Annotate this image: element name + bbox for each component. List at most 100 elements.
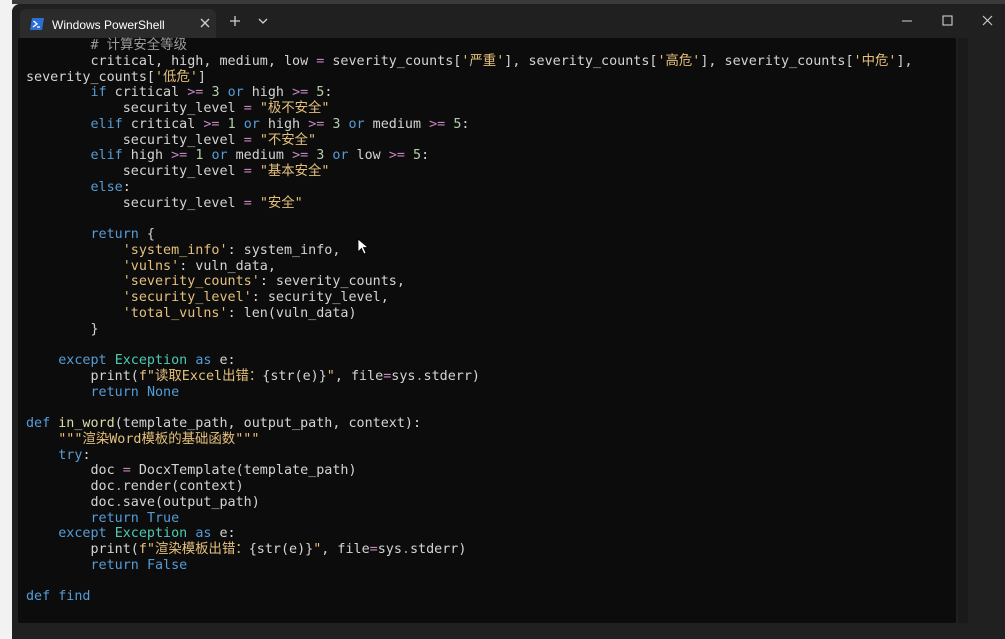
plus-icon[interactable] — [228, 14, 242, 28]
code-token: (template_path, output_path, context): — [114, 416, 422, 431]
code-line: 'security_level': security_level, — [26, 290, 913, 306]
code-token: ], — [896, 53, 913, 69]
code-line: else: — [26, 180, 913, 196]
window-close-icon[interactable] — [972, 10, 1002, 32]
code-token: sys — [391, 368, 416, 384]
code-token: low — [348, 148, 389, 164]
code-token: >= — [187, 85, 204, 101]
title-bar: Windows PowerShell — [12, 4, 1005, 40]
code-token: return — [90, 557, 139, 573]
code-token: in_word — [58, 416, 115, 431]
maximize-icon[interactable] — [932, 10, 962, 32]
code-line: print(f"渲染模板出错：{str(e)}", file=sys.stder… — [26, 542, 913, 558]
code-token: {str(e)} — [262, 368, 327, 384]
code-text: # 计算安全等级 critical, high, medium, low = s… — [26, 38, 913, 605]
code-token: : — [461, 116, 470, 132]
code-token: >= — [308, 116, 325, 132]
code-token: "安全" — [259, 195, 303, 211]
code-line: security_level = "安全" — [26, 196, 913, 212]
powershell-icon — [30, 18, 44, 30]
code-line: return None — [26, 385, 913, 401]
mouse-pointer-icon — [357, 238, 369, 255]
code-line: } — [26, 322, 913, 338]
code-token: = — [243, 164, 252, 179]
code-line: elif high >= 1 or medium >= 3 or low >= … — [26, 148, 913, 164]
code-token: . — [114, 479, 123, 494]
code-token: or — [348, 116, 365, 132]
code-token: security_level — [122, 195, 244, 211]
code-token: = — [369, 542, 378, 557]
code-token: = — [243, 195, 252, 211]
code-line: 'total_vulns': len(vuln_data) — [26, 306, 913, 322]
code-token: high — [243, 85, 293, 101]
code-line: return False — [26, 558, 913, 574]
tab-windows-powershell[interactable]: Windows PowerShell — [20, 9, 216, 40]
code-token: : len(vuln_data) — [227, 305, 357, 321]
code-token: >= — [388, 148, 405, 164]
code-line: def in_word(template_path, output_path, … — [26, 416, 913, 432]
code-token: = — [243, 132, 252, 148]
code-line: # 计算安全等级 — [26, 38, 913, 54]
code-line: elif critical >= 1 or high >= 3 or mediu… — [26, 117, 913, 133]
code-token: >= — [292, 85, 309, 101]
code-token: or — [243, 116, 260, 132]
code-token: '低危' — [155, 69, 198, 85]
chevron-down-icon[interactable] — [257, 16, 269, 26]
code-token: , file — [321, 542, 370, 557]
code-token: or — [211, 148, 228, 164]
code-token: ], severity_counts[ — [504, 53, 658, 69]
code-line: 'system_info': system_info, — [26, 243, 913, 259]
code-token: doc — [90, 463, 123, 479]
minimize-icon[interactable] — [892, 10, 922, 32]
code-token: , file — [334, 368, 384, 384]
code-token: return — [90, 227, 139, 242]
code-token: print( — [90, 542, 139, 557]
code-token: medium — [227, 148, 293, 164]
code-token: security_level — [122, 101, 244, 116]
code-token: critical — [122, 116, 204, 132]
code-token: " — [326, 368, 335, 384]
code-line: security_level = "不安全" — [26, 133, 913, 149]
code-token: >= — [171, 148, 188, 164]
code-line: critical, high, medium, low = severity_c… — [26, 54, 913, 70]
code-token: print( — [90, 368, 139, 384]
code-token: security_level — [122, 132, 244, 148]
code-token: find — [50, 589, 91, 605]
code-token: # 计算安全等级 — [90, 38, 187, 53]
code-line: return True — [26, 511, 913, 527]
code-line: except Exception as e: — [26, 526, 913, 542]
close-icon[interactable] — [198, 16, 212, 30]
code-token: e: — [211, 353, 236, 368]
code-token: 'severity_counts' — [122, 274, 260, 290]
scrollbar[interactable] — [958, 38, 968, 623]
code-token: or — [332, 148, 349, 164]
code-token: '严重' — [461, 53, 505, 69]
code-line: if critical >= 3 or high >= 5: — [26, 85, 913, 101]
code-line: security_level = "极不安全" — [26, 101, 913, 117]
code-token: critical — [106, 85, 188, 101]
code-token: stderr) — [409, 542, 467, 557]
code-line: doc.save(output_path) — [26, 495, 913, 511]
code-token: except — [58, 353, 107, 368]
terminal-pane[interactable]: # 计算安全等级 critical, high, medium, low = s… — [18, 38, 956, 623]
desktop-background — [0, 0, 12, 639]
code-token: sys — [377, 542, 402, 557]
code-token: 'system_info' — [122, 242, 228, 258]
